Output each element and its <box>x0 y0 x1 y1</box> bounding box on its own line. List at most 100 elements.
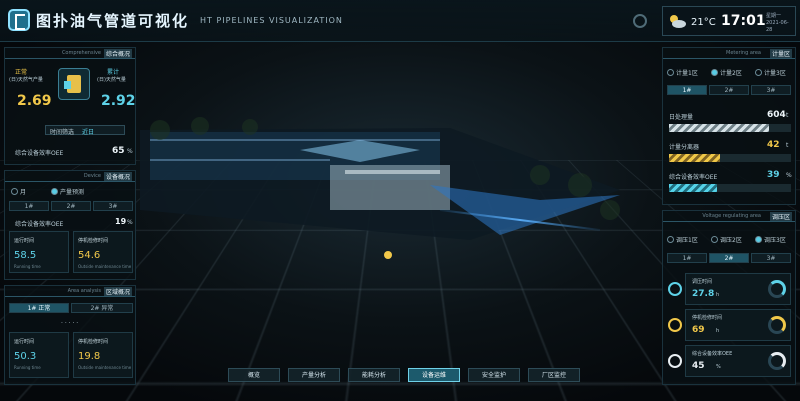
device-oee-label: 综合设备效率OEE <box>15 221 64 228</box>
oee-label: 综合设备效率OEE <box>15 150 64 157</box>
device-oee-value: 19 <box>115 217 127 226</box>
metric-unit: h <box>716 328 720 334</box>
card-label: 运行时间 <box>14 339 35 345</box>
oee-unit: % <box>127 148 133 155</box>
nav-safety-monitoring[interactable]: 安全监护 <box>468 368 520 382</box>
metric-label: 综合设备效率OEE <box>692 351 733 357</box>
metering-progress-fill <box>669 154 721 162</box>
nav-plant-monitoring[interactable]: 厂区监控 <box>528 368 580 382</box>
panel-header-en: Metering area <box>726 50 761 56</box>
tab-area-1[interactable]: 1# 正常 <box>9 303 69 313</box>
app-subtitle: HT PIPELINES VISUALIZATION <box>200 16 343 25</box>
metering-row: 日处理量 604 t <box>667 110 793 136</box>
radio-voltage-2[interactable]: 调压2区 <box>711 235 742 244</box>
voltage-panel: Voltage regulating area 调压区 调压1区 调压2区 调压… <box>662 210 796 385</box>
app-title: 图扑油气管道可视化 <box>36 12 190 30</box>
metering-progress-fill <box>669 124 770 132</box>
card-value: 50.3 <box>14 351 37 362</box>
card-value: 19.8 <box>78 351 101 362</box>
radio-voltage-3[interactable]: 调压3区 <box>755 235 786 244</box>
card-sublabel: Outside maintenance time <box>78 264 132 269</box>
metering-panel: Metering area 计量区 计量1区 计量2区 计量3区 1# 2# 3… <box>662 47 796 205</box>
device-panel: Device 设备概况 月 产量预测 1# 2# 3# 综合设备效率OEE 19… <box>4 170 136 280</box>
card-value: 54.6 <box>78 250 101 261</box>
gas-valve-icon <box>58 68 90 100</box>
tab-metering-1[interactable]: 1# <box>667 85 707 95</box>
card-sublabel: Running time <box>14 365 41 370</box>
tab-voltage-3[interactable]: 3# <box>751 253 791 263</box>
metering-row-label: 日处理量 <box>669 114 694 121</box>
voltage-tabs: 1# 2# 3# <box>667 253 791 263</box>
radio-metering-2[interactable]: 计量2区 <box>711 68 742 77</box>
panel-header-en: Area analysis <box>67 288 101 294</box>
card-label: 运行时间 <box>14 238 35 244</box>
cloud-sun-icon <box>670 15 686 28</box>
metering-progress-bar <box>669 184 791 192</box>
temperature: 21°C <box>691 17 716 28</box>
maintenance-time-card: 停机检修时间 19.8 Outside maintenance time <box>73 332 133 378</box>
card-label: 停机检修时间 <box>78 339 109 345</box>
radio-voltage-1[interactable]: 调压1区 <box>667 235 698 244</box>
metering-row-unit: % <box>786 172 792 179</box>
clock-icon <box>668 318 682 332</box>
metering-row: 综合设备效率OEE 39% <box>667 170 793 196</box>
panel-header-en: Voltage regulating area <box>702 213 761 219</box>
radio-metering-3[interactable]: 计量3区 <box>755 68 786 77</box>
nav-production-analysis[interactable]: 产量分析 <box>288 368 340 382</box>
metering-row-value: 604 <box>767 110 786 120</box>
refresh-icon <box>668 282 682 296</box>
radio-metering-1[interactable]: 计量1区 <box>667 68 698 77</box>
nav-energy-analysis[interactable]: 能耗分析 <box>348 368 400 382</box>
clock-time: 17:01 <box>721 13 766 29</box>
tab-voltage-2[interactable]: 2# <box>709 253 749 263</box>
running-time-card: 运行时间 50.3 Running time <box>9 332 69 378</box>
panel-header: Area analysis 区域概况 <box>5 286 135 297</box>
panel-header-zh: 综合概况 <box>103 49 132 58</box>
radio-month[interactable]: 月 <box>11 187 26 196</box>
time-filter-label: 时间筛选 <box>50 129 75 136</box>
metering-row-value: 39 <box>767 170 780 180</box>
time-filter-select[interactable]: 时间筛选 近日 <box>45 125 125 136</box>
card-label: 停机检修时间 <box>78 238 109 244</box>
panel-header-zh: 设备概况 <box>103 172 132 181</box>
metric-value: 69 <box>692 325 705 335</box>
panel-header: Voltage regulating area 调压区 <box>663 211 795 222</box>
nav-overview[interactable]: 概览 <box>228 368 280 382</box>
radio-forecast[interactable]: 产量预测 <box>51 187 84 196</box>
pagination-dots[interactable]: · · · · · <box>61 320 78 327</box>
cumulative-label: 累计 <box>107 69 120 76</box>
metering-row: 计量分离器 42 t <box>667 140 793 166</box>
panel-header-zh: 计量区 <box>769 49 792 58</box>
voltage-metric: 停机检修时间 69 h <box>668 309 791 341</box>
date-display: 星期一 2021-06-28 <box>766 13 795 34</box>
metering-row-unit: t <box>786 112 789 119</box>
cumulative-gas-value: 2.92 <box>101 93 136 109</box>
panel-header: Metering area 计量区 <box>663 48 795 59</box>
tab-device-2[interactable]: 2# <box>51 201 91 211</box>
metric-label: 调压时间 <box>692 279 713 285</box>
maintenance-time-card: 停机检修时间 54.6 Outside maintenance time <box>73 231 133 273</box>
tab-device-1[interactable]: 1# <box>9 201 49 211</box>
tab-metering-3[interactable]: 3# <box>751 85 791 95</box>
date: 2021-06-28 <box>766 20 789 33</box>
power-icon <box>668 354 682 368</box>
tab-area-2[interactable]: 2# 异常 <box>71 303 133 313</box>
nav-equipment-maintenance[interactable]: 设备运维 <box>408 368 460 382</box>
voltage-metric: 综合设备效率OEE 45% <box>668 345 791 377</box>
panel-header: Device 设备概况 <box>5 171 135 182</box>
panel-header-zh: 调压区 <box>769 212 792 221</box>
metric-ring-gauge <box>768 316 786 334</box>
tab-metering-2[interactable]: 2# <box>709 85 749 95</box>
tab-voltage-1[interactable]: 1# <box>667 253 707 263</box>
metering-row-value: 42 <box>767 140 780 150</box>
panel-header-zh: 区域概况 <box>103 287 132 296</box>
metering-tabs: 1# 2# 3# <box>667 85 791 95</box>
tab-device-3[interactable]: 3# <box>93 201 133 211</box>
metric-label: 停机检修时间 <box>692 315 723 321</box>
time-filter-value: 近日 <box>82 129 95 136</box>
voltage-metric: 调压时间 27.8 h <box>668 273 791 305</box>
app-logo <box>8 9 30 31</box>
settings-icon[interactable] <box>633 14 647 28</box>
metering-row-label: 计量分离器 <box>669 144 700 151</box>
metering-progress-bar <box>669 124 791 132</box>
